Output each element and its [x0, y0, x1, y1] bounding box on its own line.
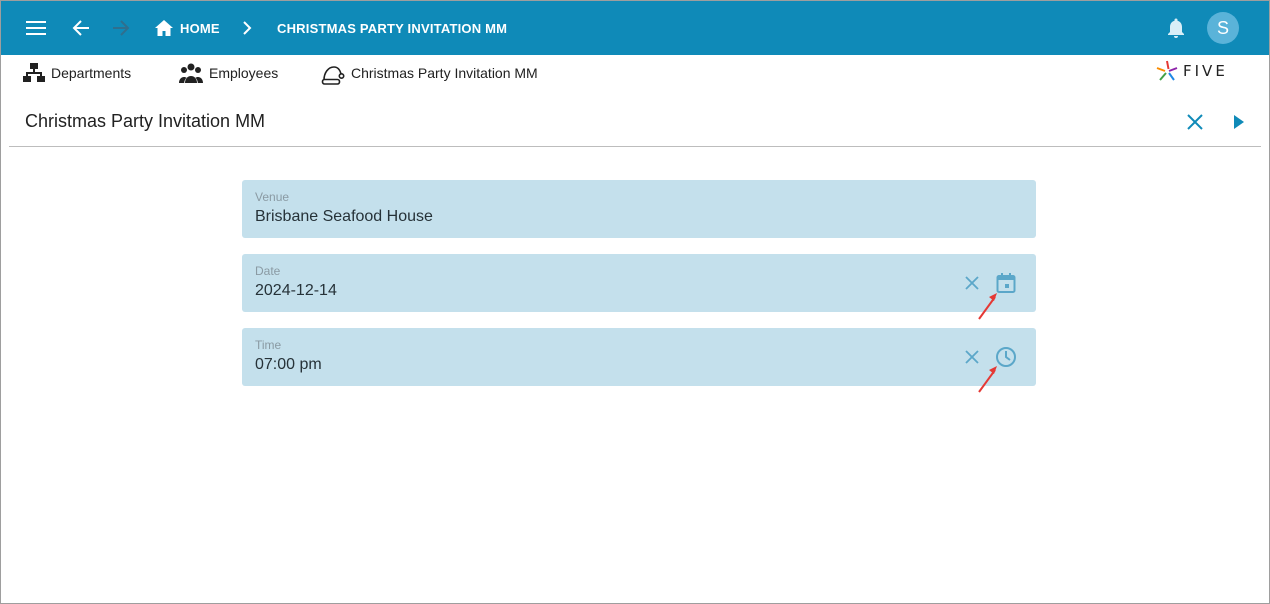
- app-window: HOME CHRISTMAS PARTY INVITATION MM S Dep…: [0, 0, 1270, 604]
- back-arrow-icon[interactable]: [69, 16, 93, 40]
- annotation-arrow-date: [978, 293, 997, 320]
- play-arrow-icon: [1234, 115, 1244, 129]
- navigation-menu: Departments Employees Christmas Party In…: [1, 56, 1269, 90]
- breadcrumb-home[interactable]: HOME: [180, 1, 220, 55]
- menu-item-christmas-party[interactable]: Christmas Party Invitation MM: [321, 56, 538, 90]
- santa-hat-icon: [321, 66, 345, 85]
- next-record-button[interactable]: [1231, 109, 1247, 138]
- menu-item-label: Departments: [51, 65, 132, 81]
- form-title: Christmas Party Invitation MM: [25, 111, 266, 131]
- menu-item-label: Christmas Party Invitation MM: [351, 65, 538, 81]
- venue-field[interactable]: Venue Brisbane Seafood House: [242, 180, 1036, 238]
- close-form-button[interactable]: [1185, 109, 1205, 138]
- home-icon[interactable]: [155, 19, 173, 37]
- venue-label: Venue: [255, 190, 290, 204]
- time-value[interactable]: 07:00 pm: [255, 356, 322, 374]
- top-app-bar: HOME CHRISTMAS PARTY INVITATION MM S: [1, 1, 1269, 55]
- org-chart-icon: [23, 63, 45, 82]
- notification-bell-icon[interactable]: [1165, 17, 1187, 39]
- five-logo: FIVE: [1155, 59, 1228, 83]
- date-label: Date: [255, 264, 281, 278]
- date-field[interactable]: Date 2024-12-14: [242, 254, 1036, 312]
- people-icon: [179, 63, 203, 83]
- five-star-logo-icon: [1156, 60, 1178, 81]
- time-field[interactable]: Time 07:00 pm: [242, 328, 1036, 386]
- menu-item-label: Employees: [209, 65, 279, 81]
- hamburger-menu-icon[interactable]: [23, 16, 49, 40]
- header-divider: [9, 146, 1261, 147]
- close-icon: [1187, 114, 1203, 130]
- menu-item-employees[interactable]: Employees: [179, 56, 278, 90]
- menu-item-departments[interactable]: Departments: [23, 56, 131, 90]
- chevron-right-icon: [239, 20, 255, 36]
- time-label: Time: [255, 338, 282, 352]
- forward-arrow-icon[interactable]: [109, 16, 133, 40]
- date-value[interactable]: 2024-12-14: [255, 282, 337, 300]
- annotation-arrow-time: [978, 366, 997, 393]
- logo-text: FIVE: [1183, 62, 1228, 80]
- breadcrumb-current-page[interactable]: CHRISTMAS PARTY INVITATION MM: [277, 1, 507, 55]
- venue-value[interactable]: Brisbane Seafood House: [255, 208, 433, 226]
- user-avatar[interactable]: S: [1207, 12, 1239, 44]
